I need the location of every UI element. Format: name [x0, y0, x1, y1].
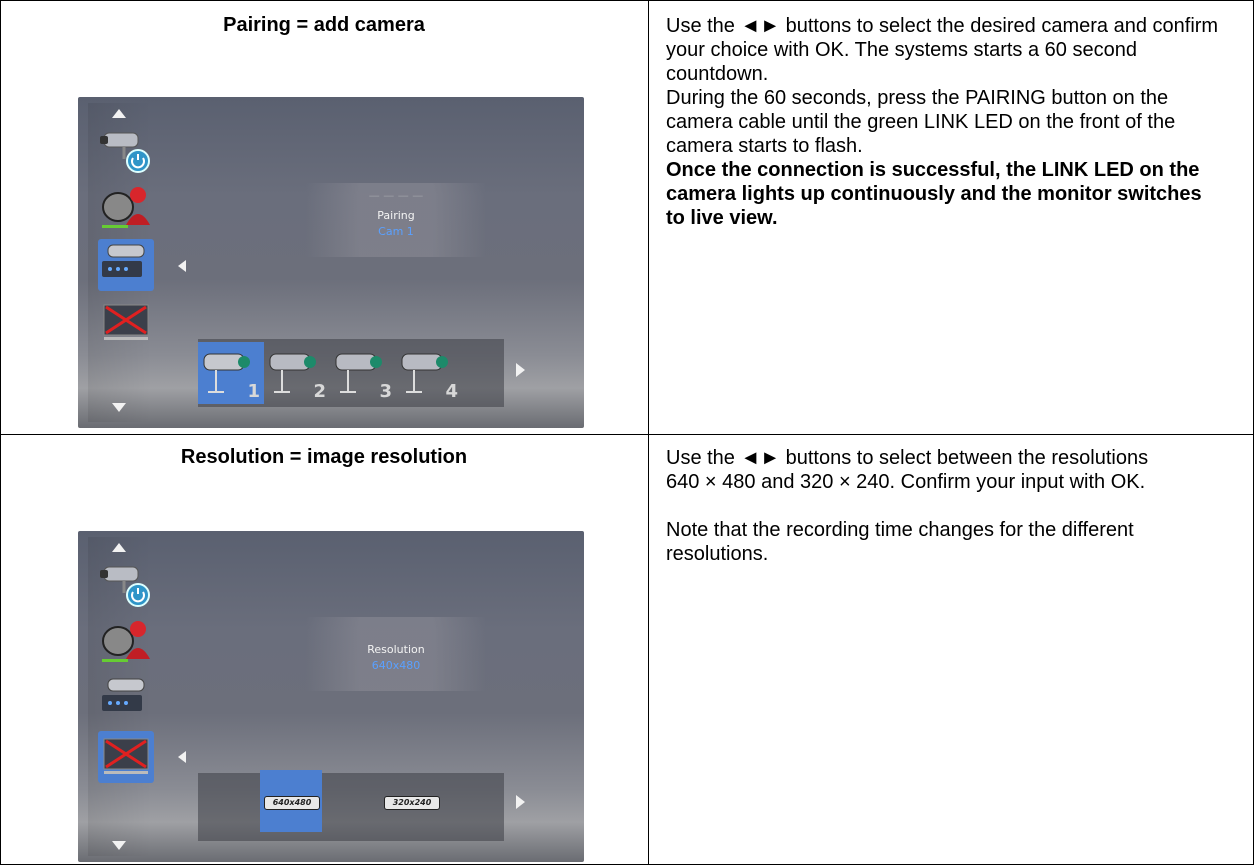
- resolution-option-label: 640x480: [264, 796, 320, 810]
- pairing-screen: — — — — Pairing Cam 1 1 2 3 4: [78, 97, 584, 428]
- camera-option-label: 4: [445, 381, 458, 402]
- no-recording-menu-icon[interactable]: [98, 297, 154, 349]
- camera-power-menu-icon[interactable]: [98, 123, 154, 175]
- scroll-down-icon[interactable]: [112, 841, 126, 850]
- status-line-2: Cam 1: [378, 225, 414, 238]
- table-border-left: [0, 0, 1, 865]
- status-line-1: Resolution: [367, 643, 425, 656]
- row1-description: Use the ◄► buttons to select the desired…: [666, 14, 1226, 230]
- camera-option-label: 1: [247, 381, 260, 402]
- resolution-option-label: 320x240: [384, 796, 440, 810]
- user-monitor-menu-icon[interactable]: [98, 615, 154, 667]
- resolution-option-640[interactable]: 640x480: [260, 770, 322, 832]
- status-line-1: Pairing: [377, 209, 415, 222]
- row2-para-2: 640 × 480 and 320 × 240. Confirm your in…: [666, 471, 1146, 493]
- camera-power-menu-icon[interactable]: [98, 557, 154, 609]
- faded-title: — — — —: [368, 189, 424, 202]
- row1-para-2: During the 60 seconds, press the PAIRING…: [666, 87, 1176, 157]
- selected-indicator-icon: [178, 751, 186, 763]
- table-border-top: [0, 0, 1254, 1]
- camera-option-label: 2: [313, 381, 326, 402]
- scroll-down-icon[interactable]: [112, 403, 126, 412]
- selected-indicator-icon: [178, 260, 186, 272]
- scroll-up-icon[interactable]: [112, 543, 126, 552]
- camera-option-3[interactable]: 3: [330, 342, 396, 404]
- camera-option-label: 3: [379, 381, 392, 402]
- row1-para-1: Use the ◄► buttons to select the desired…: [666, 15, 1219, 85]
- next-arrow-icon[interactable]: [516, 795, 525, 809]
- pairing-menu-icon[interactable]: [98, 239, 154, 291]
- resolution-option-320[interactable]: 320x240: [380, 770, 442, 832]
- pairing-status-box: — — — — Pairing Cam 1: [306, 183, 486, 257]
- camera-option-4[interactable]: 4: [396, 342, 462, 404]
- row2-title: Resolution = image resolution: [180, 446, 468, 468]
- row2-spacer: [666, 494, 1226, 518]
- next-arrow-icon[interactable]: [516, 363, 525, 377]
- resolution-menu-icon[interactable]: [98, 731, 154, 783]
- pairing-menu-icon[interactable]: [98, 673, 154, 725]
- table-border-center: [648, 0, 649, 865]
- row2-description: Use the ◄► buttons to select between the…: [666, 446, 1226, 566]
- camera-option-1[interactable]: 1: [198, 342, 264, 404]
- resolution-options-strip: [198, 773, 504, 841]
- camera-option-2[interactable]: 2: [264, 342, 330, 404]
- row2-para-4: Note that the recording time changes for…: [666, 519, 1134, 565]
- row1-title: Pairing = add camera: [223, 14, 425, 36]
- resolution-status-box: Resolution 640x480: [306, 617, 486, 691]
- table-border-middle: [0, 434, 1254, 435]
- scroll-up-icon[interactable]: [112, 109, 126, 118]
- manual-table: Pairing = add camera — — — — Pairing Cam…: [0, 0, 1254, 865]
- status-line-2: 640x480: [371, 659, 421, 672]
- resolution-screen: Resolution 640x480 640x480 320x240: [78, 531, 584, 862]
- user-monitor-menu-icon[interactable]: [98, 181, 154, 233]
- row1-para-3: Once the connection is successful, the L…: [666, 159, 1202, 229]
- row2-para-1: Use the ◄► buttons to select between the…: [666, 447, 1149, 469]
